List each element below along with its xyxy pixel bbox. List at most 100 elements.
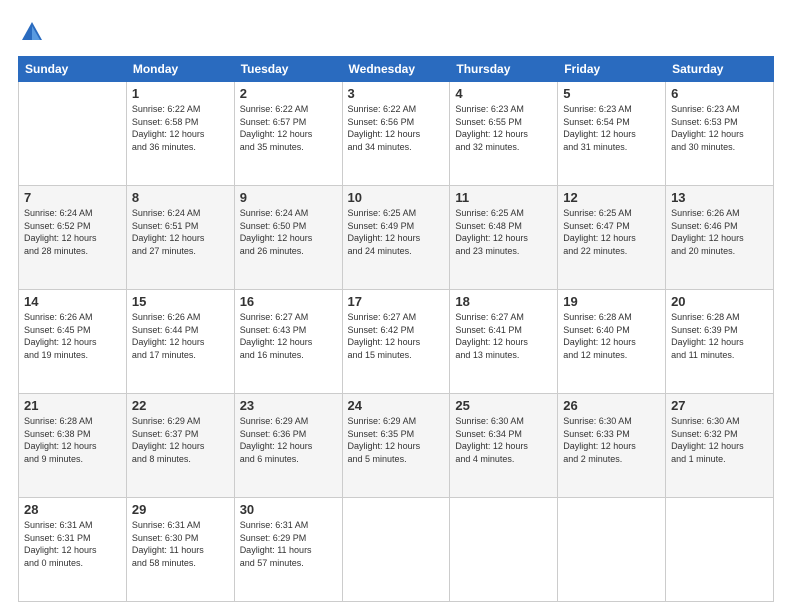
day-info: Sunrise: 6:23 AM Sunset: 6:53 PM Dayligh… <box>671 103 768 153</box>
weekday-header-friday: Friday <box>558 57 666 82</box>
calendar-cell: 30Sunrise: 6:31 AM Sunset: 6:29 PM Dayli… <box>234 498 342 602</box>
calendar-body: 1 Sunrise: 6:22 AM Sunset: 6:58 PM Daylig… <box>19 82 774 602</box>
page: SundayMondayTuesdayWednesdayThursdayFrid… <box>0 0 792 612</box>
day-info: Sunrise: 6:30 AM Sunset: 6:34 PM Dayligh… <box>455 415 552 465</box>
day-number: 25 <box>455 398 552 413</box>
calendar-cell: 1 Sunrise: 6:22 AM Sunset: 6:58 PM Daylig… <box>126 82 234 186</box>
weekday-header-sunday: Sunday <box>19 57 127 82</box>
day-info: Sunrise: 6:28 AM Sunset: 6:38 PM Dayligh… <box>24 415 121 465</box>
day-info: Sunrise: 6:27 AM Sunset: 6:43 PM Dayligh… <box>240 311 337 361</box>
day-number: 3 <box>348 86 445 101</box>
day-number: 13 <box>671 190 768 205</box>
day-number: 20 <box>671 294 768 309</box>
day-info: Sunrise: 6:27 AM Sunset: 6:42 PM Dayligh… <box>348 311 445 361</box>
day-number: 8 <box>132 190 229 205</box>
calendar-cell: 19Sunrise: 6:28 AM Sunset: 6:40 PM Dayli… <box>558 290 666 394</box>
calendar-cell: 20 Sunrise: 6:28 AM Sunset: 6:39 PM Dayli… <box>666 290 774 394</box>
calendar-cell: 18Sunrise: 6:27 AM Sunset: 6:41 PM Dayli… <box>450 290 558 394</box>
day-number: 21 <box>24 398 121 413</box>
day-info: Sunrise: 6:30 AM Sunset: 6:32 PM Dayligh… <box>671 415 768 465</box>
calendar-cell: 11 Sunrise: 6:25 AM Sunset: 6:48 PM Dayli… <box>450 186 558 290</box>
weekday-row: SundayMondayTuesdayWednesdayThursdayFrid… <box>19 57 774 82</box>
calendar-cell: 3 Sunrise: 6:22 AM Sunset: 6:56 PM Daylig… <box>342 82 450 186</box>
day-number: 16 <box>240 294 337 309</box>
day-info: Sunrise: 6:26 AM Sunset: 6:46 PM Dayligh… <box>671 207 768 257</box>
calendar-cell: 15Sunrise: 6:26 AM Sunset: 6:44 PM Dayli… <box>126 290 234 394</box>
day-number: 7 <box>24 190 121 205</box>
calendar-cell: 13 Sunrise: 6:26 AM Sunset: 6:46 PM Dayli… <box>666 186 774 290</box>
calendar-header: SundayMondayTuesdayWednesdayThursdayFrid… <box>19 57 774 82</box>
calendar-cell: 14 Sunrise: 6:26 AM Sunset: 6:45 PM Dayli… <box>19 290 127 394</box>
day-info: Sunrise: 6:22 AM Sunset: 6:57 PM Dayligh… <box>240 103 337 153</box>
header <box>18 18 774 46</box>
day-number: 27 <box>671 398 768 413</box>
weekday-header-monday: Monday <box>126 57 234 82</box>
calendar-cell: 7 Sunrise: 6:24 AM Sunset: 6:52 PM Daylig… <box>19 186 127 290</box>
day-info: Sunrise: 6:26 AM Sunset: 6:45 PM Dayligh… <box>24 311 121 361</box>
logo <box>18 18 48 46</box>
day-number: 14 <box>24 294 121 309</box>
week-row-5: 28 Sunrise: 6:31 AM Sunset: 6:31 PM Dayli… <box>19 498 774 602</box>
day-number: 12 <box>563 190 660 205</box>
week-row-4: 21 Sunrise: 6:28 AM Sunset: 6:38 PM Dayli… <box>19 394 774 498</box>
day-info: Sunrise: 6:31 AM Sunset: 6:29 PM Dayligh… <box>240 519 337 569</box>
day-number: 28 <box>24 502 121 517</box>
day-number: 1 <box>132 86 229 101</box>
day-info: Sunrise: 6:24 AM Sunset: 6:52 PM Dayligh… <box>24 207 121 257</box>
day-info: Sunrise: 6:22 AM Sunset: 6:58 PM Dayligh… <box>132 103 229 153</box>
calendar-cell: 29Sunrise: 6:31 AM Sunset: 6:30 PM Dayli… <box>126 498 234 602</box>
calendar-cell: 10Sunrise: 6:25 AM Sunset: 6:49 PM Dayli… <box>342 186 450 290</box>
calendar-cell: 24 Sunrise: 6:29 AM Sunset: 6:35 PM Dayli… <box>342 394 450 498</box>
week-row-1: 1 Sunrise: 6:22 AM Sunset: 6:58 PM Daylig… <box>19 82 774 186</box>
day-info: Sunrise: 6:29 AM Sunset: 6:36 PM Dayligh… <box>240 415 337 465</box>
logo-icon <box>18 18 46 46</box>
day-info: Sunrise: 6:29 AM Sunset: 6:35 PM Dayligh… <box>348 415 445 465</box>
day-info: Sunrise: 6:25 AM Sunset: 6:48 PM Dayligh… <box>455 207 552 257</box>
day-info: Sunrise: 6:29 AM Sunset: 6:37 PM Dayligh… <box>132 415 229 465</box>
day-info: Sunrise: 6:31 AM Sunset: 6:31 PM Dayligh… <box>24 519 121 569</box>
calendar-cell: 2 Sunrise: 6:22 AM Sunset: 6:57 PM Daylig… <box>234 82 342 186</box>
calendar-cell <box>450 498 558 602</box>
calendar-cell: 21 Sunrise: 6:28 AM Sunset: 6:38 PM Dayli… <box>19 394 127 498</box>
day-number: 18 <box>455 294 552 309</box>
calendar-cell <box>342 498 450 602</box>
day-number: 11 <box>455 190 552 205</box>
calendar-cell: 22Sunrise: 6:29 AM Sunset: 6:37 PM Dayli… <box>126 394 234 498</box>
day-info: Sunrise: 6:24 AM Sunset: 6:50 PM Dayligh… <box>240 207 337 257</box>
day-number: 4 <box>455 86 552 101</box>
week-row-2: 7 Sunrise: 6:24 AM Sunset: 6:52 PM Daylig… <box>19 186 774 290</box>
calendar: SundayMondayTuesdayWednesdayThursdayFrid… <box>18 56 774 602</box>
day-number: 24 <box>348 398 445 413</box>
calendar-cell: 23 Sunrise: 6:29 AM Sunset: 6:36 PM Dayli… <box>234 394 342 498</box>
day-number: 6 <box>671 86 768 101</box>
day-info: Sunrise: 6:23 AM Sunset: 6:54 PM Dayligh… <box>563 103 660 153</box>
calendar-cell: 4 Sunrise: 6:23 AM Sunset: 6:55 PM Daylig… <box>450 82 558 186</box>
weekday-header-thursday: Thursday <box>450 57 558 82</box>
weekday-header-tuesday: Tuesday <box>234 57 342 82</box>
day-number: 19 <box>563 294 660 309</box>
day-info: Sunrise: 6:24 AM Sunset: 6:51 PM Dayligh… <box>132 207 229 257</box>
day-info: Sunrise: 6:28 AM Sunset: 6:39 PM Dayligh… <box>671 311 768 361</box>
calendar-cell <box>19 82 127 186</box>
calendar-cell: 16 Sunrise: 6:27 AM Sunset: 6:43 PM Dayli… <box>234 290 342 394</box>
day-info: Sunrise: 6:31 AM Sunset: 6:30 PM Dayligh… <box>132 519 229 569</box>
weekday-header-saturday: Saturday <box>666 57 774 82</box>
week-row-3: 14 Sunrise: 6:26 AM Sunset: 6:45 PM Dayli… <box>19 290 774 394</box>
day-number: 17 <box>348 294 445 309</box>
calendar-cell <box>558 498 666 602</box>
day-info: Sunrise: 6:26 AM Sunset: 6:44 PM Dayligh… <box>132 311 229 361</box>
day-number: 2 <box>240 86 337 101</box>
calendar-cell: 5 Sunrise: 6:23 AM Sunset: 6:54 PM Daylig… <box>558 82 666 186</box>
day-info: Sunrise: 6:25 AM Sunset: 6:49 PM Dayligh… <box>348 207 445 257</box>
calendar-cell: 25 Sunrise: 6:30 AM Sunset: 6:34 PM Dayli… <box>450 394 558 498</box>
day-info: Sunrise: 6:23 AM Sunset: 6:55 PM Dayligh… <box>455 103 552 153</box>
day-info: Sunrise: 6:22 AM Sunset: 6:56 PM Dayligh… <box>348 103 445 153</box>
calendar-cell: 17 Sunrise: 6:27 AM Sunset: 6:42 PM Dayli… <box>342 290 450 394</box>
day-number: 26 <box>563 398 660 413</box>
day-number: 5 <box>563 86 660 101</box>
day-info: Sunrise: 6:25 AM Sunset: 6:47 PM Dayligh… <box>563 207 660 257</box>
calendar-cell: 6 Sunrise: 6:23 AM Sunset: 6:53 PM Daylig… <box>666 82 774 186</box>
day-number: 23 <box>240 398 337 413</box>
calendar-cell: 26Sunrise: 6:30 AM Sunset: 6:33 PM Dayli… <box>558 394 666 498</box>
calendar-cell: 9Sunrise: 6:24 AM Sunset: 6:50 PM Daylig… <box>234 186 342 290</box>
